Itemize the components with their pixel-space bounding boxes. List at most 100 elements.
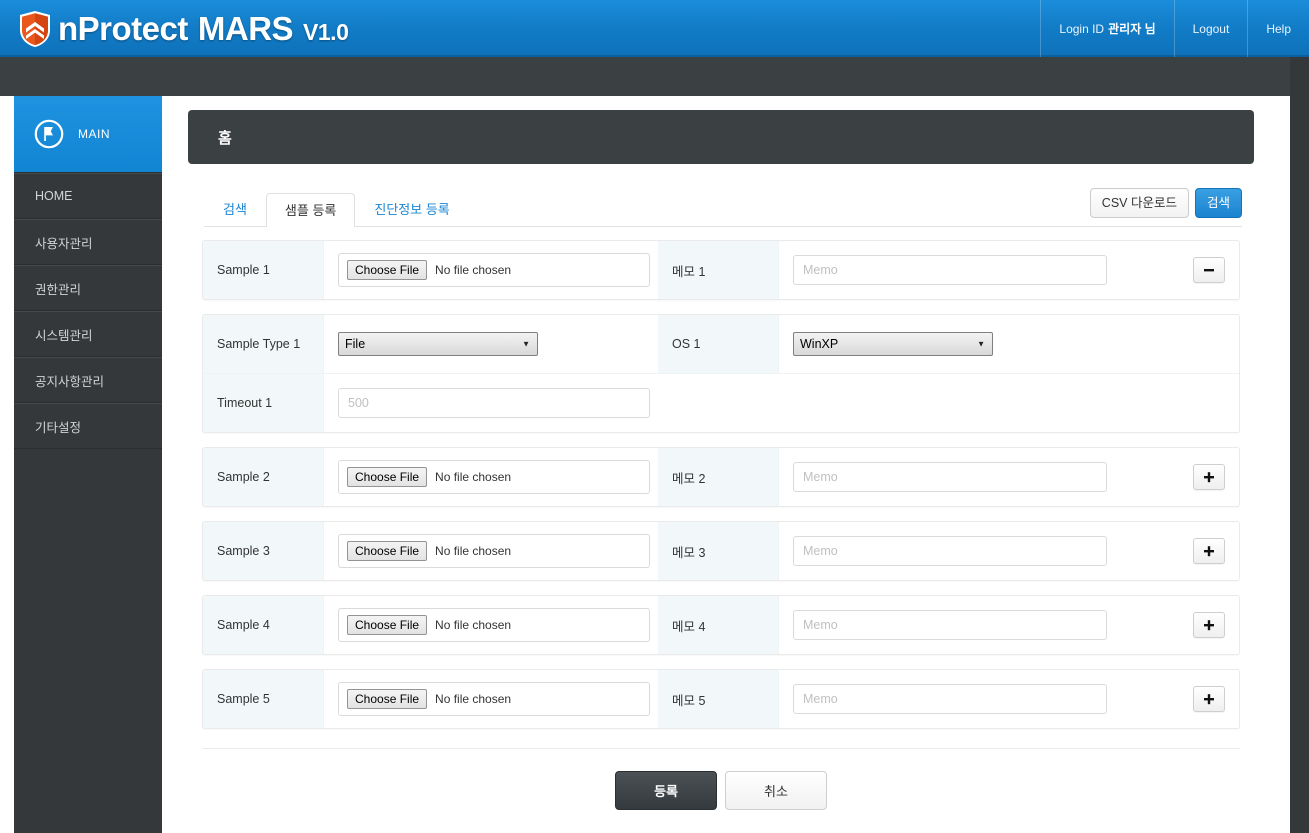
memo-5-input[interactable]: [793, 684, 1107, 714]
add-sample-button[interactable]: [1193, 686, 1225, 712]
sample-type-1-cell: File ▼: [324, 315, 658, 373]
os-1-select[interactable]: WinXP ▼: [793, 332, 993, 356]
login-id-user: 관리자 님: [1108, 22, 1156, 36]
memo-5-cell: [779, 670, 1179, 728]
brand-version: V1.0: [303, 19, 349, 45]
brand-protect: Protect: [77, 10, 189, 47]
memo-1-cell: [779, 241, 1179, 299]
sample-2-group: Sample 2 Choose File No file chosen 메모 2: [202, 447, 1240, 507]
chevron-down-icon: ▼: [522, 339, 530, 349]
timeout-empty-cell: [658, 374, 1179, 432]
cancel-button[interactable]: 취소: [725, 771, 827, 810]
file-status-text: No file chosen: [435, 263, 512, 277]
sample-2-action-cell: [1179, 448, 1239, 506]
remove-sample-button[interactable]: [1193, 257, 1225, 283]
file-status-text: No file chosen: [435, 470, 512, 484]
add-sample-button[interactable]: [1193, 612, 1225, 638]
sample-1-file-input[interactable]: Choose File No file chosen: [338, 253, 650, 287]
choose-file-button[interactable]: Choose File: [347, 260, 428, 280]
brand-n: n: [58, 10, 78, 47]
memo-1-label: 메모 1: [658, 241, 779, 299]
sidebar-item-main[interactable]: MAIN: [14, 96, 162, 173]
minus-icon: [1204, 269, 1214, 272]
table-row: Sample 4 Choose File No file chosen 메모 4: [203, 596, 1239, 654]
brand-mars: MARS: [197, 10, 294, 47]
os-1-cell: WinXP ▼: [779, 315, 1179, 373]
choose-file-button[interactable]: Choose File: [347, 615, 428, 635]
sample-3-action-cell: [1179, 522, 1239, 580]
sidebar-item-etc-settings[interactable]: 기타설정: [14, 403, 162, 449]
sample-type-1-label: Sample Type 1: [203, 315, 324, 373]
logout-button[interactable]: Logout: [1173, 0, 1248, 57]
sample-type-1-select[interactable]: File ▼: [338, 332, 538, 356]
choose-file-button[interactable]: Choose File: [347, 689, 428, 709]
sidebar-item-home[interactable]: HOME: [14, 173, 162, 219]
sample-5-file-cell: Choose File No file chosen: [324, 670, 658, 728]
memo-3-cell: [779, 522, 1179, 580]
sample-type-action-cell: [1179, 315, 1239, 373]
memo-1-input[interactable]: [793, 255, 1107, 285]
sidebar-item-system-management[interactable]: 시스템관리: [14, 311, 162, 357]
memo-4-input[interactable]: [793, 610, 1107, 640]
file-status-text: No file chosen: [435, 618, 512, 632]
sample-1-action-cell: [1179, 241, 1239, 299]
table-row: Sample 3 Choose File No file chosen 메모 3: [203, 522, 1239, 580]
sample-3-file-input[interactable]: Choose File No file chosen: [338, 534, 650, 568]
register-button[interactable]: 등록: [615, 771, 717, 810]
search-button[interactable]: 검색: [1194, 188, 1242, 218]
file-status-text: No file chosen: [435, 544, 512, 558]
sample-3-group: Sample 3 Choose File No file chosen 메모 3: [202, 521, 1240, 581]
os-1-label: OS 1: [658, 315, 779, 373]
brand-title: nProtect MARS V1.0: [58, 10, 349, 48]
timeout-1-input[interactable]: [338, 388, 650, 418]
table-row: Sample 5 Choose File No file chosen 메모 5: [203, 670, 1239, 728]
sidebar-item-user-management[interactable]: 사용자관리: [14, 219, 162, 265]
plus-icon: [1204, 694, 1214, 705]
sample-1-label: Sample 1: [203, 241, 324, 299]
choose-file-button[interactable]: Choose File: [347, 467, 428, 487]
memo-4-label: 메모 4: [658, 596, 779, 654]
memo-3-input[interactable]: [793, 536, 1107, 566]
sample-5-label: Sample 5: [203, 670, 324, 728]
memo-4-cell: [779, 596, 1179, 654]
sample-1-file-cell: Choose File No file chosen: [324, 241, 658, 299]
app-header: nProtect MARS V1.0 Login ID 관리자 님 Logout H…: [0, 0, 1309, 57]
login-id-display[interactable]: Login ID 관리자 님: [1040, 0, 1173, 57]
form-divider: [202, 748, 1240, 749]
brand[interactable]: nProtect MARS V1.0: [18, 4, 349, 54]
plus-icon: [1204, 472, 1214, 483]
memo-2-input[interactable]: [793, 462, 1107, 492]
add-sample-button[interactable]: [1193, 538, 1225, 564]
shield-icon: [20, 11, 50, 47]
sample-4-file-input[interactable]: Choose File No file chosen: [338, 608, 650, 642]
sample-type-1-value: File: [345, 337, 366, 351]
sidebar-item-permission-management[interactable]: 권한관리: [14, 265, 162, 311]
sample-5-file-input[interactable]: Choose File No file chosen: [338, 682, 650, 716]
header-subbar: [0, 57, 1290, 96]
memo-2-cell: [779, 448, 1179, 506]
plus-icon: [1204, 620, 1214, 631]
timeout-action-cell: [1179, 374, 1239, 432]
csv-download-button[interactable]: CSV 다운로드: [1089, 188, 1189, 218]
sample-3-file-cell: Choose File No file chosen: [324, 522, 658, 580]
chevron-down-icon: ▼: [977, 339, 985, 349]
panel-header: 홈: [188, 110, 1254, 164]
sidebar: MAIN HOME 사용자관리 권한관리 시스템관리 공지사항관리 기타설정: [14, 96, 162, 833]
add-sample-button[interactable]: [1193, 464, 1225, 490]
tab-sample-register[interactable]: 샘플 등록: [265, 193, 356, 227]
timeout-1-label: Timeout 1: [203, 374, 324, 432]
tab-search[interactable]: 검색: [204, 192, 266, 226]
choose-file-button[interactable]: Choose File: [347, 541, 428, 561]
memo-5-label: 메모 5: [658, 670, 779, 728]
table-row: Timeout 1: [203, 373, 1239, 432]
tab-diagnosis-register[interactable]: 진단정보 등록: [355, 192, 468, 226]
sample-2-file-input[interactable]: Choose File No file chosen: [338, 460, 650, 494]
sample-5-group: Sample 5 Choose File No file chosen 메모 5: [202, 669, 1240, 729]
sample-1-detail-group: Sample Type 1 File ▼ OS 1 WinXP ▼ Timeou…: [202, 314, 1240, 433]
sample-2-file-cell: Choose File No file chosen: [324, 448, 658, 506]
table-row: Sample 1 Choose File No file chosen 메모 1: [203, 241, 1239, 299]
help-button[interactable]: Help: [1247, 0, 1309, 57]
sample-4-label: Sample 4: [203, 596, 324, 654]
sample-3-label: Sample 3: [203, 522, 324, 580]
sidebar-item-notice-management[interactable]: 공지사항관리: [14, 357, 162, 403]
